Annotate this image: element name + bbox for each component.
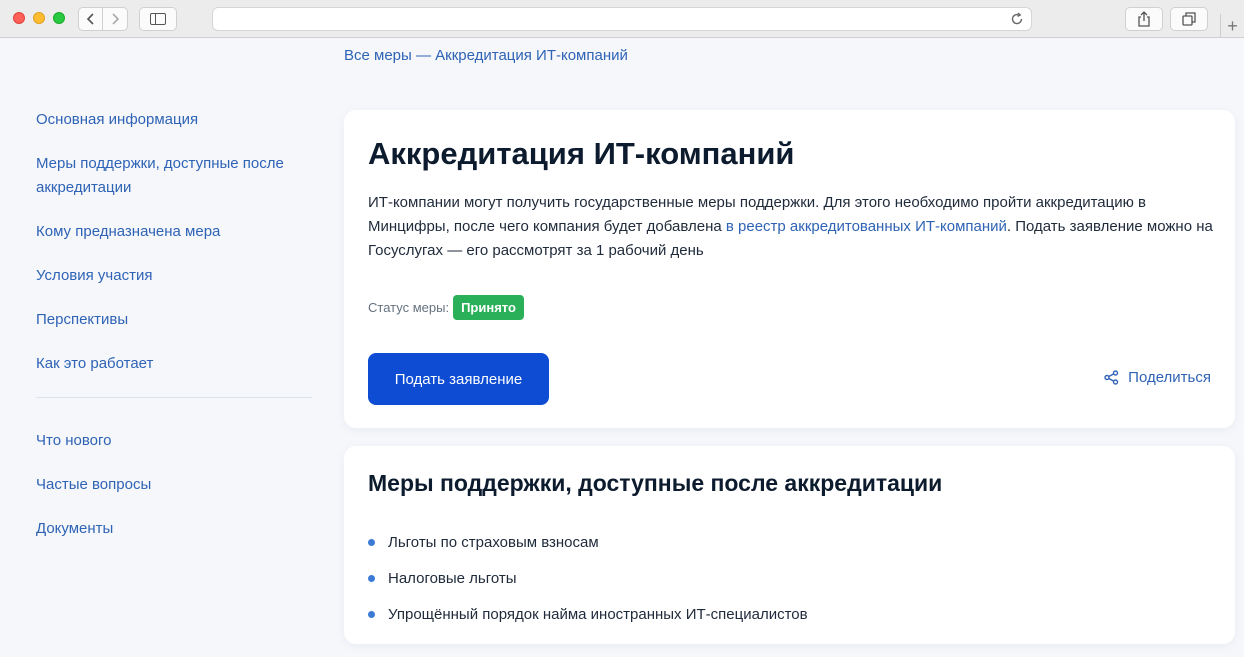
tabs-icon <box>1182 12 1196 26</box>
benefit-text: Налоговые льготы <box>388 569 517 587</box>
share-label: Поделиться <box>1128 369 1211 386</box>
apply-button[interactable]: Подать заявление <box>368 353 549 405</box>
sidebar-toggle-button[interactable] <box>139 7 177 31</box>
registry-link[interactable]: в реестр аккредитованных ИТ-компаний <box>726 218 1007 235</box>
measure-card: Аккредитация ИТ-компаний ИТ-компании мог… <box>344 110 1235 428</box>
nav-divider <box>36 397 312 398</box>
bullet-icon <box>368 538 375 546</box>
share-upload-icon <box>1138 11 1150 27</box>
nav-item-documents[interactable]: Документы <box>36 517 312 541</box>
nav-item-how-it-works[interactable]: Как это работает <box>36 352 312 376</box>
page-navigation: Основная информация Меры поддержки, дост… <box>36 108 312 541</box>
breadcrumb[interactable]: Все меры — Аккредитация ИТ-компаний <box>344 47 628 64</box>
browser-share-button[interactable] <box>1125 7 1163 31</box>
reload-icon <box>1011 12 1023 25</box>
back-button[interactable] <box>78 7 103 31</box>
benefit-text: Льготы по страховым взносам <box>388 533 599 551</box>
list-item: Упрощённый порядок найма иностранных ИТ-… <box>368 596 808 632</box>
page-title: Аккредитация ИТ-компаний <box>368 136 795 171</box>
nav-item-perspectives[interactable]: Перспективы <box>36 308 312 332</box>
status-row: Статус меры: Принято <box>368 295 524 320</box>
nav-item-support-measures[interactable]: Меры поддержки, доступные после аккредит… <box>36 152 312 200</box>
status-label: Статус меры: <box>368 300 450 315</box>
section-title: Меры поддержки, доступные после аккредит… <box>368 470 943 496</box>
url-bar[interactable] <box>212 7 1032 31</box>
close-window-button[interactable] <box>13 12 25 24</box>
minimize-window-button[interactable] <box>33 12 45 24</box>
nav-item-audience[interactable]: Кому предназначена мера <box>36 220 312 244</box>
benefit-text: Упрощённый порядок найма иностранных ИТ-… <box>388 605 808 623</box>
zoom-window-button[interactable] <box>53 12 65 24</box>
status-badge: Принято <box>453 295 524 320</box>
plus-icon: + <box>1227 15 1238 36</box>
browser-toolbar: + <box>0 0 1244 38</box>
bullet-icon <box>368 610 375 618</box>
forward-button[interactable] <box>103 7 128 31</box>
new-tab-button[interactable]: + <box>1220 14 1244 38</box>
list-item: Налоговые льготы <box>368 560 808 596</box>
share-button[interactable]: Поделиться <box>1104 369 1211 386</box>
share-icon <box>1104 370 1119 385</box>
list-item: Льготы по страховым взносам <box>368 524 808 560</box>
sidebar-icon <box>150 13 166 25</box>
nav-item-faq[interactable]: Частые вопросы <box>36 473 312 497</box>
bullet-icon <box>368 574 375 582</box>
measure-description: ИТ-компании могут получить государственн… <box>368 191 1218 263</box>
chevron-left-icon <box>86 13 94 25</box>
nav-item-main-info[interactable]: Основная информация <box>36 108 312 132</box>
reload-button[interactable] <box>1009 11 1025 27</box>
nav-item-whats-new[interactable]: Что нового <box>36 429 312 453</box>
nav-item-conditions[interactable]: Условия участия <box>36 264 312 288</box>
support-measures-card: Меры поддержки, доступные после аккредит… <box>344 446 1235 644</box>
tabs-overview-button[interactable] <box>1170 7 1208 31</box>
benefits-list: Льготы по страховым взносам Налоговые ль… <box>368 524 808 632</box>
chevron-right-icon <box>112 13 120 25</box>
